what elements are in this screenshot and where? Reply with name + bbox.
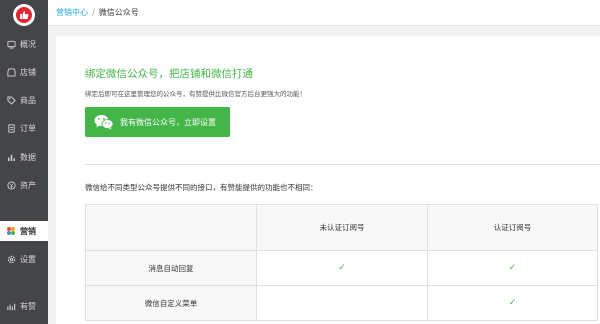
sidebar-item-settings[interactable]: 设置 xyxy=(0,249,48,269)
table-row: 消息自动回复 ✓ ✓ xyxy=(85,250,598,286)
sidebar-item-label: 设置 xyxy=(20,254,36,264)
table-cell-feature: 消息自动回复 xyxy=(85,250,257,286)
thumbs-up-logo[interactable] xyxy=(13,4,35,26)
sidebar-item-label: 营销 xyxy=(20,226,36,236)
overview-icon xyxy=(6,39,16,49)
sidebar-item-overview[interactable]: 概况 xyxy=(0,34,48,54)
youzan-icon xyxy=(6,301,16,311)
check-icon: ✓ xyxy=(256,250,428,286)
gear-icon xyxy=(6,254,16,264)
check-icon: ✓ xyxy=(427,250,598,286)
check-icon xyxy=(256,285,428,321)
bind-wechat-button[interactable]: 我有微信公众号，立即设置 xyxy=(85,107,230,137)
bind-title: 绑定微信公众号，把店铺和微信打通 xyxy=(85,68,253,80)
sidebar-item-label: 数据 xyxy=(20,152,36,162)
bar-chart-icon xyxy=(6,152,16,162)
table-header-row: 未认证订阅号 认证订阅号 xyxy=(85,204,598,251)
sidebar-item-data[interactable]: 数据 xyxy=(0,147,48,167)
breadcrumb-current: 微信公众号 xyxy=(98,8,139,17)
breadcrumb-separator: / xyxy=(92,8,95,17)
tag-icon xyxy=(6,95,16,105)
logo-area xyxy=(0,0,48,30)
sidebar-item-goods[interactable]: 商品 xyxy=(0,90,48,110)
sidebar-item-assets[interactable]: 资产 xyxy=(0,175,48,195)
sidebar-item-label: 订单 xyxy=(20,123,36,133)
sidebar-item-marketing[interactable]: 营销 xyxy=(0,221,48,241)
sidebar-item-store[interactable]: 店铺 xyxy=(0,62,48,82)
sidebar-item-label: 有赞 xyxy=(20,301,36,311)
store-icon xyxy=(6,67,16,77)
marketing-flower-icon xyxy=(6,226,16,236)
section-divider xyxy=(85,164,600,165)
order-icon xyxy=(6,123,16,133)
breadcrumb-parent-link[interactable]: 营销中心 xyxy=(56,7,88,18)
sidebar-item-youzan[interactable]: 有赞 xyxy=(0,296,48,316)
check-icon: ✓ xyxy=(427,285,598,321)
table-cell-feature: 微信自定义菜单 xyxy=(85,285,257,321)
table-header-feature xyxy=(85,204,257,251)
sidebar-item-orders[interactable]: 订单 xyxy=(0,118,48,138)
table-header-unverified: 未认证订阅号 xyxy=(256,204,428,251)
breadcrumb: 营销中心 / 微信公众号 xyxy=(48,0,600,26)
bind-description: 绑定后即可在这里管理您的公众号，有赞提供比微信官方后台更强大的功能！ xyxy=(85,90,306,98)
main-panel: 绑定微信公众号，把店铺和微信打通 绑定后即可在这里管理您的公众号，有赞提供比微信… xyxy=(56,36,600,324)
compare-table: 未认证订阅号 认证订阅号 消息自动回复 ✓ ✓ 微信自定义菜单 ✓ xyxy=(85,204,598,321)
table-header-verified: 认证订阅号 xyxy=(427,204,598,251)
sidebar-item-label: 概况 xyxy=(20,39,36,49)
sidebar-item-label: 资产 xyxy=(20,180,36,190)
bind-wechat-button-label: 我有微信公众号，立即设置 xyxy=(120,117,216,127)
sidebar-item-label: 店铺 xyxy=(20,67,36,77)
wechat-icon xyxy=(94,114,114,130)
sidebar: 概况 店铺 商品 订单 数据 资产 营销 设置 有赞 xyxy=(0,0,48,324)
compare-note: 微信给不同类型公众号提供不同的接口，有赞能提供的功能也不相同： xyxy=(85,183,318,192)
yen-icon xyxy=(6,180,16,190)
sidebar-item-label: 商品 xyxy=(20,95,36,105)
table-row: 微信自定义菜单 ✓ xyxy=(85,285,598,321)
